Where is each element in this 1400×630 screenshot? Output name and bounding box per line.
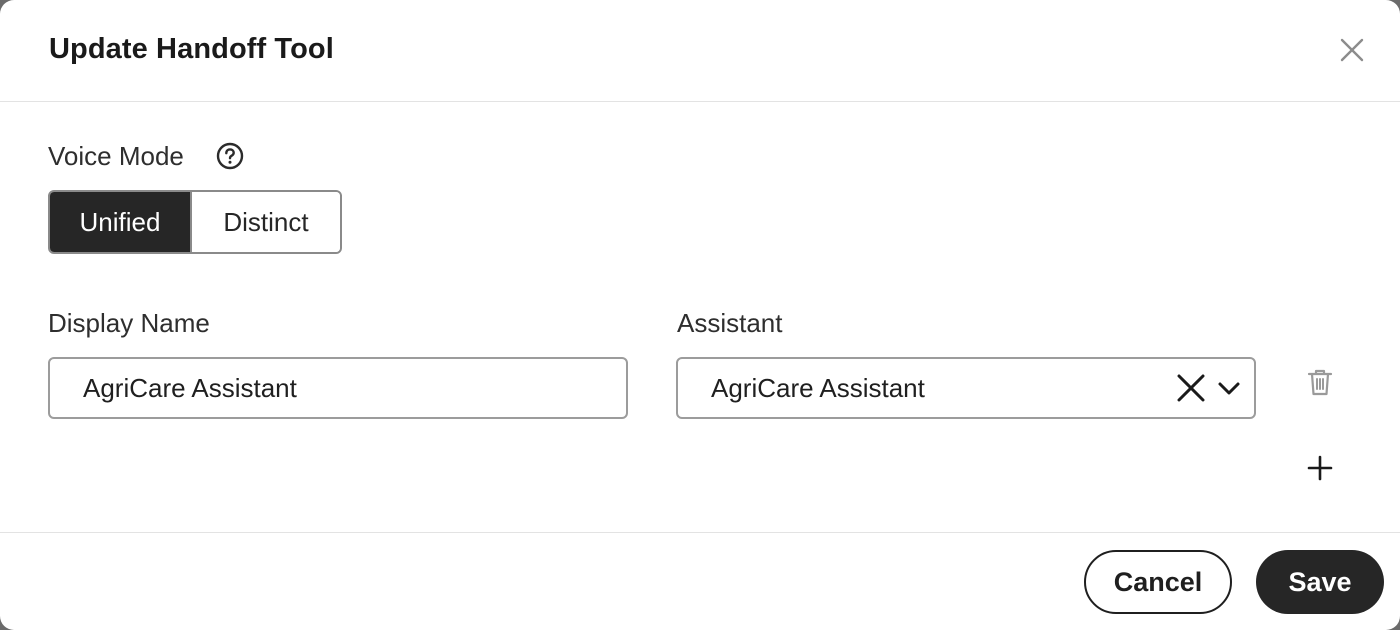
display-name-label: Display Name xyxy=(48,308,210,338)
trash-icon[interactable] xyxy=(1304,366,1336,398)
close-icon[interactable] xyxy=(1334,32,1370,68)
voice-mode-option-unified[interactable]: Unified xyxy=(50,192,190,252)
assistant-label: Assistant xyxy=(677,308,783,338)
voice-mode-toggle: Unified Distinct xyxy=(48,190,342,254)
dialog-title: Update Handoff Tool xyxy=(49,33,334,65)
dialog-header: Update Handoff Tool xyxy=(0,0,1400,102)
question-circle-icon[interactable] xyxy=(216,142,244,170)
clear-x-icon[interactable] xyxy=(1176,373,1206,403)
plus-icon[interactable] xyxy=(1304,452,1336,484)
voice-mode-label: Voice Mode xyxy=(48,141,184,171)
chevron-down-icon[interactable] xyxy=(1216,375,1242,401)
handoff-tool-dialog: Update Handoff Tool Voice Mode Unified D… xyxy=(0,0,1400,630)
cancel-button[interactable]: Cancel xyxy=(1084,550,1232,614)
display-name-input[interactable]: AgriCare Assistant xyxy=(48,357,628,419)
assistant-selected-value: AgriCare Assistant xyxy=(711,372,925,403)
display-name-value: AgriCare Assistant xyxy=(83,372,297,403)
assistant-select[interactable]: AgriCare Assistant xyxy=(676,357,1256,419)
save-button[interactable]: Save xyxy=(1256,550,1384,614)
voice-mode-option-distinct[interactable]: Distinct xyxy=(190,192,340,252)
